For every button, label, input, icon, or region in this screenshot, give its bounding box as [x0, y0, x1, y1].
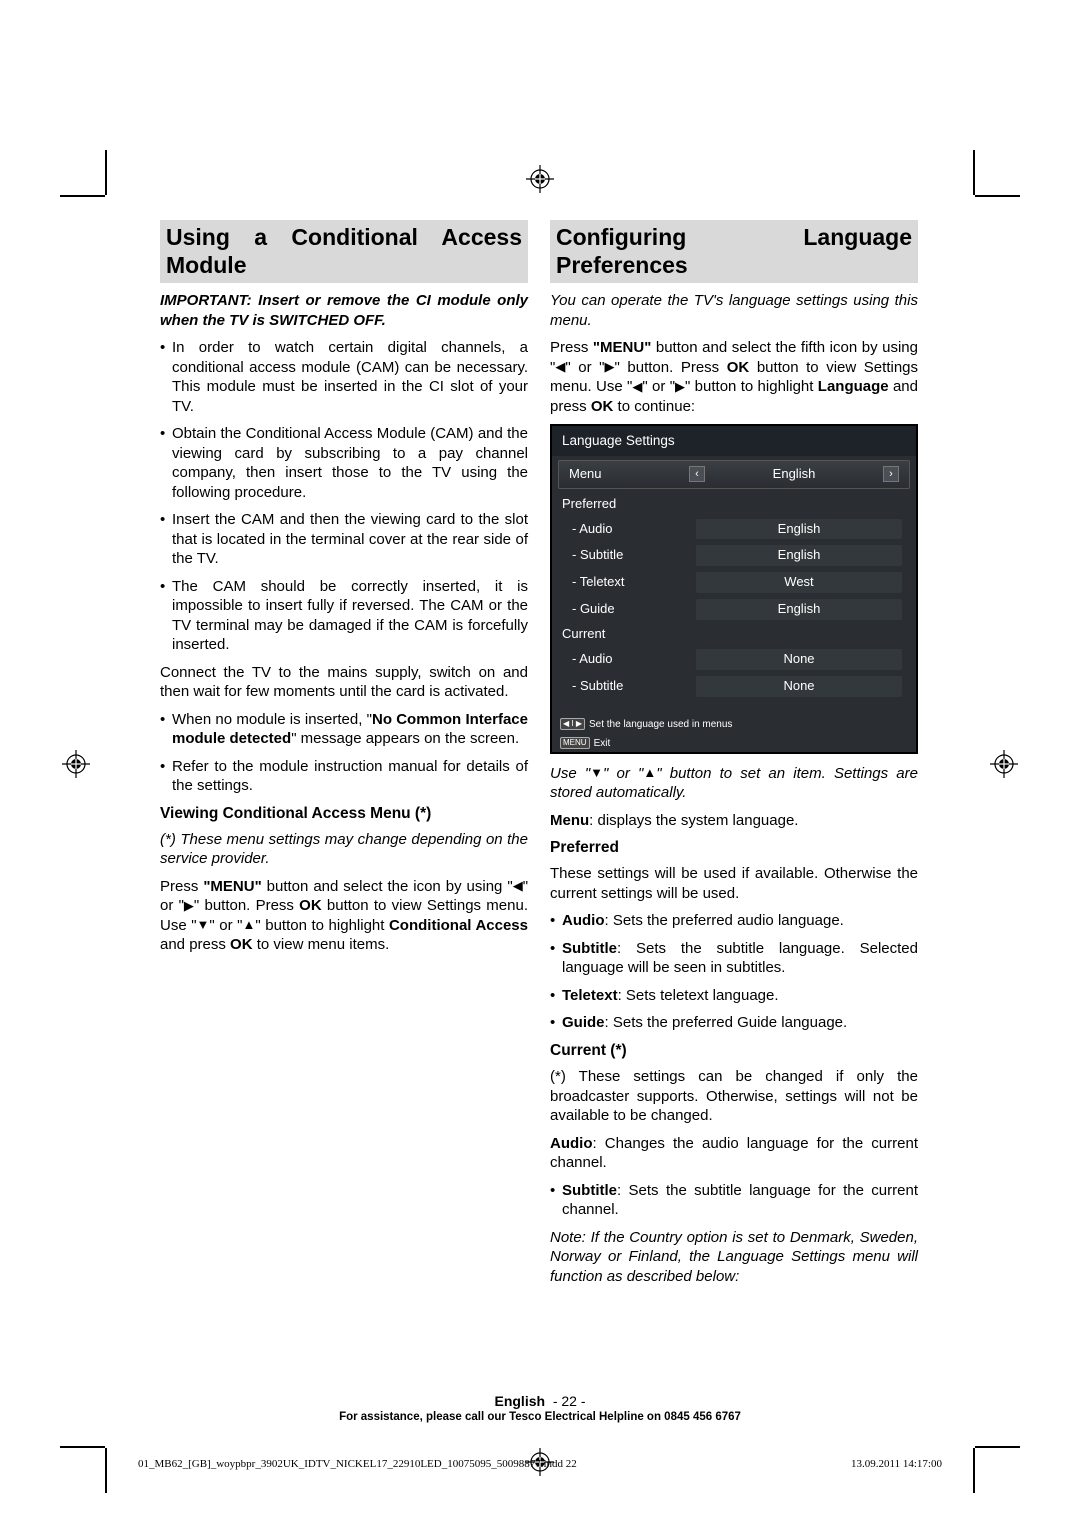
left-arrow-icon: ◀ — [632, 379, 642, 396]
nav-badge-icon: ◀ I ▶ — [560, 718, 585, 730]
section-heading: Using a Conditional Access Module — [160, 220, 528, 283]
menu-hint: ◀ I ▶Set the language used in menus — [552, 714, 916, 733]
print-date: 13.09.2011 14:17:00 — [851, 1458, 942, 1470]
note: Use "▼" or "▲" button to set an item. Se… — [550, 764, 918, 803]
down-arrow-icon: ▼ — [590, 765, 603, 782]
menu-row: - GuideEnglish — [552, 596, 916, 623]
content-area: Using a Conditional Access Module IMPORT… — [160, 220, 920, 1294]
left-arrow-icon: ‹ — [689, 466, 705, 482]
paragraph: Press "MENU" button and select the icon … — [160, 877, 528, 955]
crop-mark — [975, 1446, 1020, 1448]
right-arrow-icon: ▶ — [184, 898, 194, 915]
paragraph: Press "MENU" button and select the fifth… — [550, 338, 918, 416]
registration-mark-icon — [526, 165, 554, 193]
left-arrow-icon: ◀ — [513, 878, 523, 895]
bullet-list: Subtitle: Sets the subtitle language for… — [550, 1181, 918, 1220]
down-arrow-icon: ▼ — [197, 917, 210, 934]
language-settings-menu: Language Settings Menu ‹ English › Prefe… — [550, 424, 918, 754]
registration-mark-icon — [62, 750, 90, 778]
sub-heading: Viewing Conditional Access Menu (*) — [160, 804, 528, 824]
right-column: Configuring Language Preferences You can… — [550, 220, 918, 1294]
page-footer: English - 22 - For assistance, please ca… — [0, 1393, 1080, 1423]
sub-heading: Current (*) — [550, 1041, 918, 1061]
sub-heading: Preferred — [550, 838, 918, 858]
right-arrow-icon: ▶ — [604, 359, 614, 376]
list-item: When no module is inserted, "No Common I… — [160, 710, 528, 749]
helpline-text: For assistance, please call our Tesco El… — [0, 1411, 1080, 1423]
list-item: Subtitle: Sets the subtitle language. Se… — [550, 939, 918, 978]
important-note: IMPORTANT: Insert or remove the CI modul… — [160, 291, 528, 330]
left-column: Using a Conditional Access Module IMPORT… — [160, 220, 528, 1294]
paragraph: These settings will be used if available… — [550, 864, 918, 903]
menu-item-value: English — [709, 464, 879, 485]
menu-group-label: Preferred — [552, 493, 916, 516]
list-item: Audio: Sets the preferred audio language… — [550, 911, 918, 931]
menu-row: - SubtitleNone — [552, 673, 916, 700]
list-item: Guide: Sets the preferred Guide language… — [550, 1013, 918, 1033]
print-metadata: 01_MB62_[GB]_woypbpr_3902UK_IDTV_NICKEL1… — [138, 1458, 942, 1470]
right-arrow-icon: ▶ — [675, 379, 685, 396]
note: (*) These menu settings may change depen… — [160, 830, 528, 869]
list-item: In order to watch certain digital channe… — [160, 338, 528, 416]
menu-row: - AudioEnglish — [552, 516, 916, 543]
manual-page: Using a Conditional Access Module IMPORT… — [0, 0, 1080, 1528]
bullet-list: In order to watch certain digital channe… — [160, 338, 528, 655]
section-heading: Configuring Language Preferences — [550, 220, 918, 283]
list-item: Subtitle: Sets the subtitle language for… — [550, 1181, 918, 1220]
note: Note: If the Country option is set to De… — [550, 1228, 918, 1287]
list-item: Obtain the Conditional Access Module (CA… — [160, 424, 528, 502]
menu-row: - TeletextWest — [552, 569, 916, 596]
file-name: 01_MB62_[GB]_woypbpr_3902UK_IDTV_NICKEL1… — [138, 1458, 577, 1470]
left-arrow-icon: ◀ — [555, 359, 565, 376]
bullet-list: Audio: Sets the preferred audio language… — [550, 911, 918, 1033]
crop-mark — [973, 150, 975, 195]
menu-group-label: Current — [552, 623, 916, 646]
crop-mark — [105, 1448, 107, 1493]
list-item: The CAM should be correctly inserted, it… — [160, 577, 528, 655]
bullet-list: When no module is inserted, "No Common I… — [160, 710, 528, 796]
up-arrow-icon: ▲ — [643, 765, 656, 782]
crop-mark — [975, 195, 1020, 197]
menu-title: Language Settings — [552, 426, 916, 456]
crop-mark — [60, 1446, 105, 1448]
paragraph: Menu: displays the system language. — [550, 811, 918, 831]
menu-row: - AudioNone — [552, 646, 916, 673]
crop-mark — [60, 195, 105, 197]
menu-badge-icon: MENU — [560, 737, 590, 749]
menu-row: - SubtitleEnglish — [552, 542, 916, 569]
intro-note: You can operate the TV's language settin… — [550, 291, 918, 330]
menu-row-selected: Menu ‹ English › — [558, 460, 910, 489]
paragraph: Connect the TV to the mains supply, swit… — [160, 663, 528, 702]
list-item: Insert the CAM and then the viewing card… — [160, 510, 528, 569]
crop-mark — [973, 1448, 975, 1493]
right-arrow-icon: › — [883, 466, 899, 482]
paragraph: Audio: Changes the audio language for th… — [550, 1134, 918, 1173]
up-arrow-icon: ▲ — [243, 917, 256, 934]
list-item: Refer to the module instruction manual f… — [160, 757, 528, 796]
registration-mark-icon — [990, 750, 1018, 778]
paragraph: (*) These settings can be changed if onl… — [550, 1067, 918, 1126]
crop-mark — [105, 150, 107, 195]
menu-hint: MENUExit — [552, 733, 916, 752]
list-item: Teletext: Sets teletext language. — [550, 986, 918, 1006]
menu-item-label: Menu — [569, 466, 689, 483]
